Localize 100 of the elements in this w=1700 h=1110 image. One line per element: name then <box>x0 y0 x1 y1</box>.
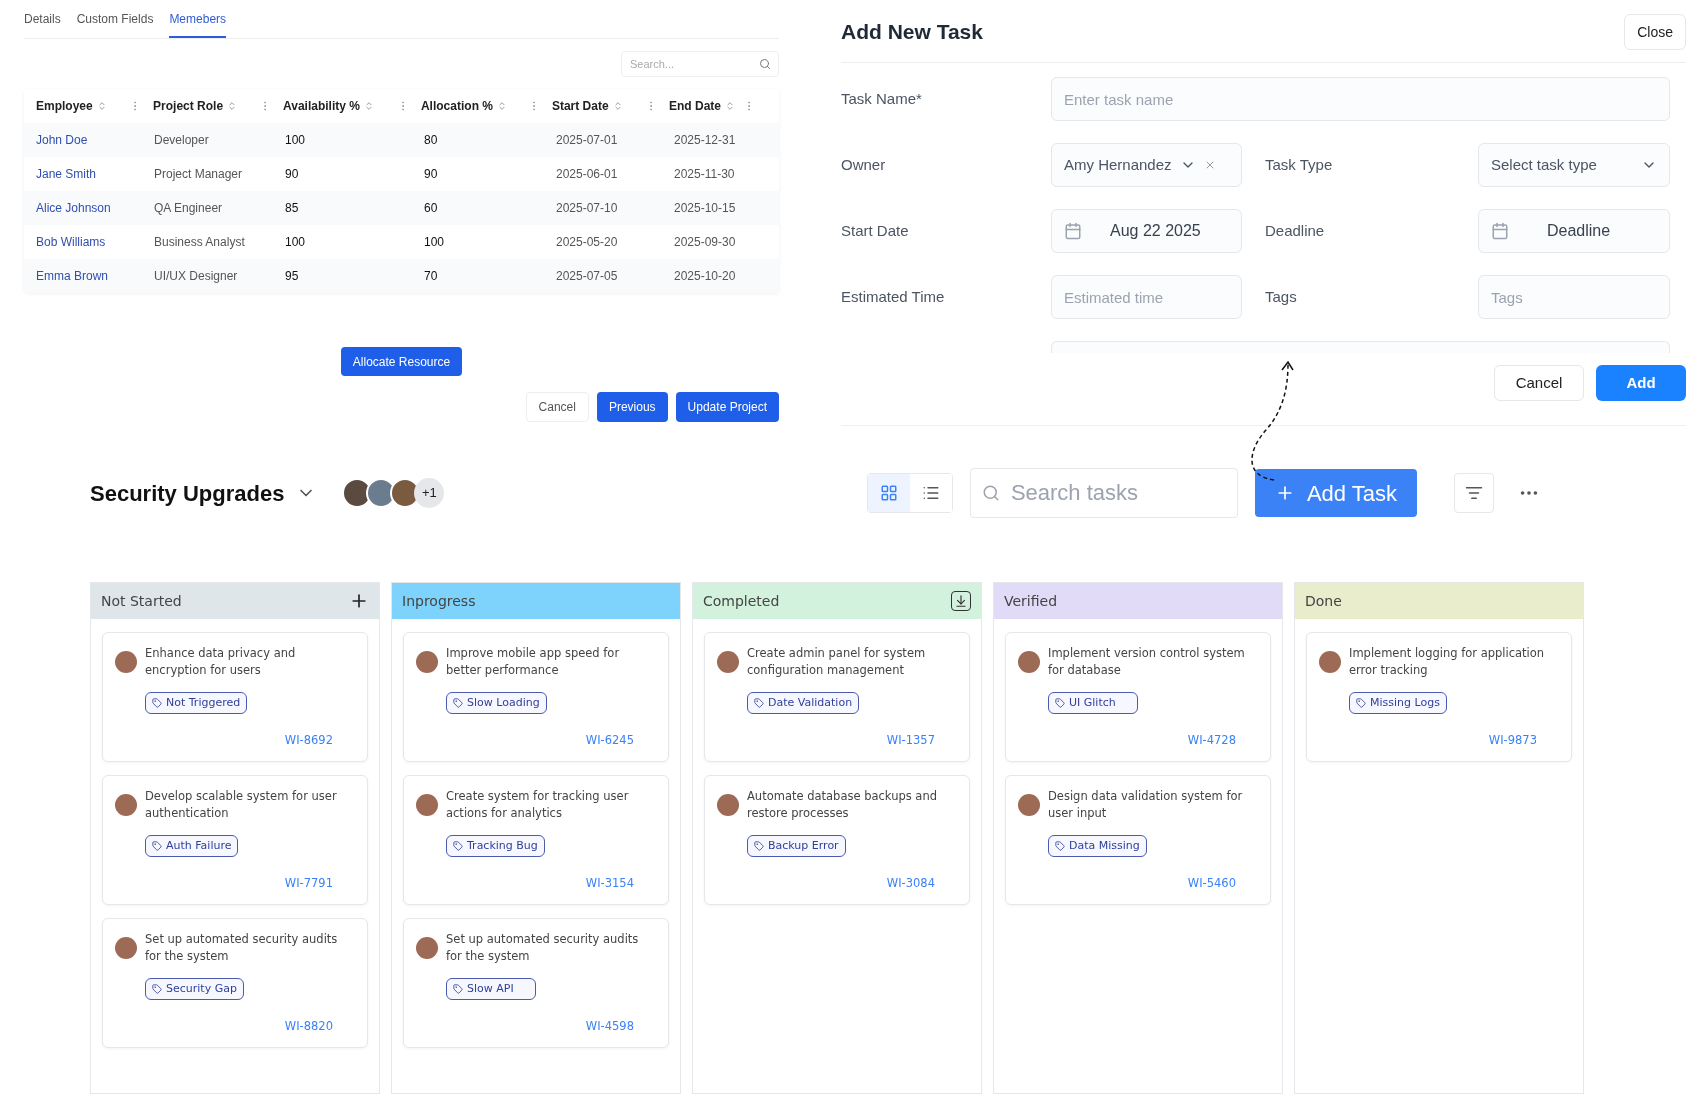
table-cell: 85 <box>285 201 299 215</box>
employee-link[interactable]: Bob Williams <box>36 235 106 249</box>
task-card[interactable]: Automate database backups and restore processes Backup Error WI-3084 <box>704 775 970 905</box>
field-label: Start Date <box>841 220 910 241</box>
close-button[interactable]: Close <box>1624 14 1686 50</box>
tag-icon <box>1055 841 1065 851</box>
work-item-id[interactable]: WI-8820 <box>284 1017 333 1035</box>
avatar <box>416 937 438 959</box>
task-card[interactable]: Enhance data privacy and encryption for users Not Triggered WI-8692 <box>102 632 368 762</box>
task-name-field[interactable]: Enter task name <box>1051 77 1670 121</box>
table-cell: 2025-09-30 <box>674 235 736 249</box>
card-title: Implement logging for application error tracking <box>1349 645 1546 679</box>
search-tasks-field[interactable]: Search tasks <box>969 468 1238 518</box>
task-card[interactable]: Implement logging for application error tracking Missing Logs WI-9873 <box>1306 632 1572 762</box>
table-cell: 2025-06-01 <box>556 167 618 181</box>
sort-icon[interactable] <box>363 101 374 111</box>
avatar <box>115 794 137 816</box>
tag-icon <box>1356 698 1366 708</box>
description-field[interactable] <box>1051 341 1670 353</box>
avatar <box>115 937 137 959</box>
work-item-id[interactable]: WI-6245 <box>585 731 634 749</box>
filter-button[interactable] <box>1454 473 1494 513</box>
employee-link[interactable]: Emma Brown <box>36 269 109 283</box>
work-item-id[interactable]: WI-3154 <box>585 874 634 892</box>
task-card[interactable]: Set up automated security audits for the system Slow API WI-4598 <box>403 918 669 1048</box>
column-header: Employee <box>36 98 93 115</box>
download-icon[interactable] <box>951 591 971 611</box>
table-cell: 2025-07-05 <box>556 269 618 283</box>
grid-view-button[interactable] <box>867 474 910 512</box>
table-cell: 70 <box>424 269 438 283</box>
task-card[interactable]: Create system for tracking user actions for analytics Tracking Bug WI-3154 <box>403 775 669 905</box>
allocate-resource-button[interactable]: Allocate Resource <box>340 347 463 376</box>
deadline-field[interactable]: Deadline <box>1478 209 1670 253</box>
tags-field[interactable]: Tags <box>1478 275 1670 319</box>
employee-link[interactable]: John Doe <box>36 133 88 147</box>
sort-icon[interactable] <box>96 101 107 111</box>
table-cell: 2025-07-01 <box>556 133 618 147</box>
owner-value: Amy Hernandez <box>1064 154 1172 175</box>
employee-link[interactable]: Alice Johnson <box>36 201 111 215</box>
column-header: Project Role <box>153 98 224 115</box>
work-item-id[interactable]: WI-9873 <box>1488 731 1537 749</box>
card-title: Improve mobile app speed for better performance <box>446 645 621 679</box>
work-item-id[interactable]: WI-4728 <box>1187 731 1236 749</box>
task-card[interactable]: Design data validation system for user input Data Missing WI-5460 <box>1005 775 1271 905</box>
work-item-id[interactable]: WI-5460 <box>1187 874 1236 892</box>
card-title: Design data validation system for user input <box>1048 788 1244 822</box>
task-type-select[interactable]: Select task type <box>1478 143 1670 187</box>
table-cell: 2025-05-20 <box>556 235 618 249</box>
field-label: Task Name* <box>841 88 923 109</box>
work-item-id[interactable]: WI-3084 <box>886 874 935 892</box>
tab[interactable]: Details <box>24 10 61 38</box>
column-title: Not Started <box>101 591 182 611</box>
work-item-id[interactable]: WI-8692 <box>284 731 333 749</box>
update-project-button[interactable]: Update Project <box>675 392 779 422</box>
task-card[interactable]: Set up automated security audits for the system Security Gap WI-8820 <box>102 918 368 1048</box>
employee-link[interactable]: Jane Smith <box>36 167 97 181</box>
tab[interactable]: Custom Fields <box>76 10 154 38</box>
task-card[interactable]: Create admin panel for system configuration management Date Validation WI-1357 <box>704 632 970 762</box>
add-button[interactable]: Add <box>1596 365 1686 401</box>
sort-icon[interactable] <box>496 101 507 111</box>
tab[interactable]: Memebers <box>169 10 227 38</box>
search-field[interactable]: Search... <box>621 51 779 77</box>
avatar <box>115 651 137 673</box>
table-cell: 80 <box>424 133 438 147</box>
table-cell: 100 <box>285 235 306 249</box>
table-cell: Business Analyst <box>154 235 245 249</box>
table-cell: Developer <box>154 133 209 147</box>
task-card[interactable]: Implement version control system for database UI Glitch WI-4728 <box>1005 632 1271 762</box>
tag-icon <box>152 841 162 851</box>
table-cell: Project Manager <box>154 167 243 181</box>
task-card[interactable]: Develop scalable system for user authentication Auth Failure WI-7791 <box>102 775 368 905</box>
estimated-time-field[interactable]: Estimated time <box>1051 275 1242 319</box>
task-card[interactable]: Improve mobile app speed for better performance Slow Loading WI-6245 <box>403 632 669 762</box>
sort-icon[interactable] <box>612 101 623 111</box>
card-title: Create system for tracking user actions for analytics <box>446 788 630 822</box>
start-date-field[interactable]: Aug 22 2025 <box>1051 209 1242 253</box>
cancel-button[interactable]: Cancel <box>525 392 589 422</box>
table-cell: 2025-10-15 <box>674 201 736 215</box>
work-item-id[interactable]: WI-4598 <box>585 1017 634 1035</box>
work-item-id[interactable]: WI-7791 <box>284 874 333 892</box>
tag-chip: UI Glitch <box>1048 692 1138 714</box>
work-item-id[interactable]: WI-1357 <box>886 731 935 749</box>
search-icon <box>981 484 1000 502</box>
previous-button[interactable]: Previous <box>596 392 668 422</box>
filter-icon <box>1465 484 1483 502</box>
cancel-button[interactable]: Cancel <box>1494 365 1584 401</box>
table-cell: 100 <box>285 133 306 147</box>
sort-icon[interactable] <box>227 101 238 111</box>
sort-icon[interactable] <box>725 101 735 111</box>
field-label: Task Type <box>1264 154 1334 175</box>
avatar <box>1319 651 1341 673</box>
table-cell: QA Engineer <box>154 201 223 215</box>
column-title: Verified <box>1004 591 1058 611</box>
owner-select[interactable]: Amy Hernandez <box>1051 143 1242 187</box>
tag-icon <box>152 984 162 994</box>
tag-chip: Not Triggered <box>145 692 248 714</box>
list-icon <box>921 484 940 502</box>
tag-chip: Auth Failure <box>145 835 239 857</box>
add-task-button[interactable]: Add Task <box>1254 469 1417 517</box>
tag-icon <box>1055 698 1065 708</box>
